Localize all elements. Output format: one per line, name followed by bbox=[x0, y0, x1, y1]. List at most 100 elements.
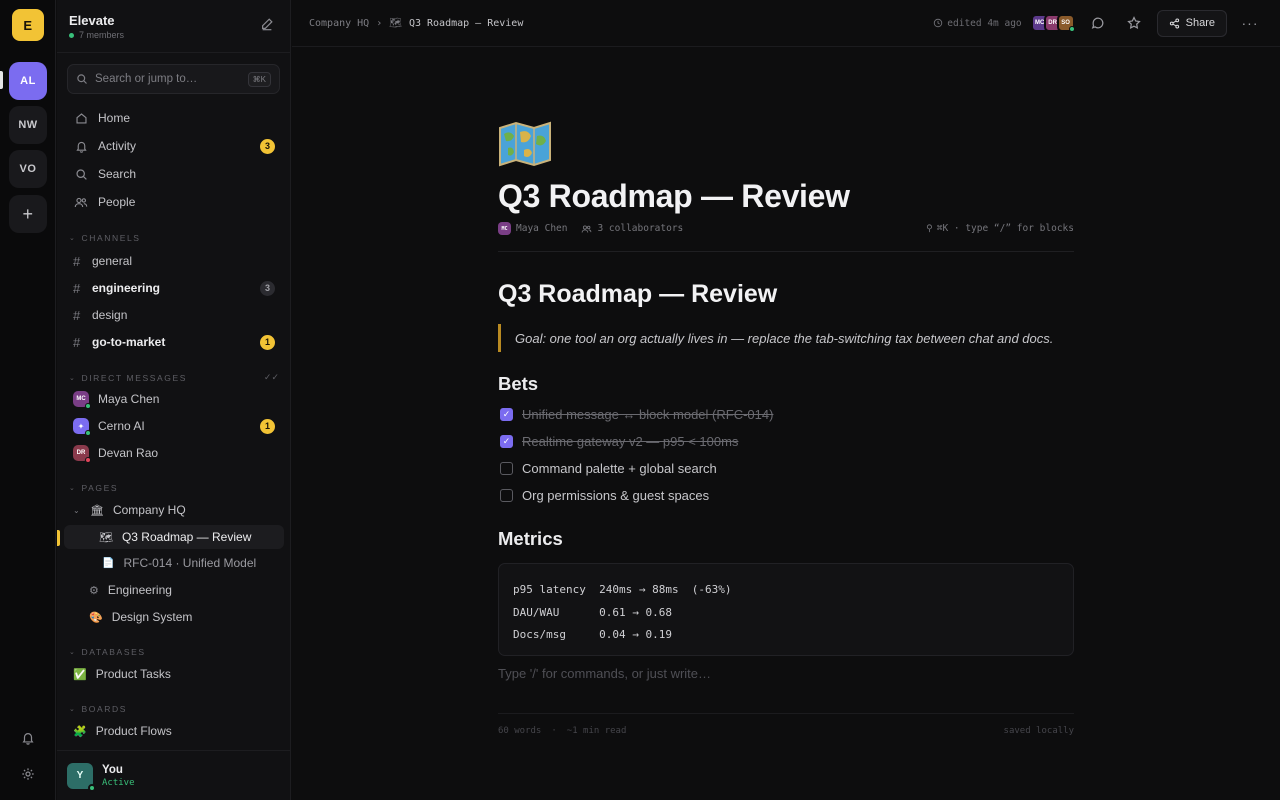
nav-people[interactable]: People bbox=[67, 190, 281, 214]
collaborator-avatars[interactable]: MC DR SO bbox=[1030, 14, 1075, 32]
shortcut-hint: ⚲ ⌘K · type “/” for blocks bbox=[926, 223, 1074, 234]
quote-block[interactable]: Goal: one tool an org actually lives in … bbox=[498, 324, 1074, 352]
map-emoji[interactable] bbox=[498, 120, 552, 168]
pages-section-header[interactable]: ⌄ PAGES bbox=[69, 483, 118, 493]
workspace-nw[interactable]: NW bbox=[9, 106, 47, 144]
mention-badge: 1 bbox=[260, 334, 275, 350]
save-status: saved locally bbox=[1003, 726, 1074, 736]
todo-item[interactable]: Org permissions & guest spaces bbox=[500, 488, 709, 503]
channels-section-header[interactable]: ⌄ CHANNELS bbox=[69, 233, 141, 243]
selected-page-indicator bbox=[57, 530, 60, 546]
member-count: 7 members bbox=[69, 30, 124, 40]
puzzle-icon: ⚲ bbox=[926, 223, 933, 234]
page-q3-roadmap[interactable]: 🗺 Q3 Roadmap — Review bbox=[64, 525, 284, 549]
page-title[interactable]: Q3 Roadmap — Review bbox=[498, 178, 850, 215]
mark-read-icon[interactable]: ✓✓ bbox=[264, 372, 279, 383]
boards-section-header[interactable]: ⌄ BOARDS bbox=[69, 704, 127, 714]
bell-icon bbox=[73, 140, 89, 153]
heading-1[interactable]: Q3 Roadmap — Review bbox=[498, 280, 777, 309]
nav-home[interactable]: Home bbox=[67, 106, 281, 130]
page-design-system[interactable]: 🎨 Design System bbox=[67, 605, 281, 629]
page-name: Company HQ bbox=[112, 503, 186, 517]
section-label: BOARDS bbox=[81, 704, 127, 714]
home-icon bbox=[73, 112, 89, 125]
add-workspace-button[interactable]: + bbox=[9, 195, 47, 233]
workspace-name[interactable]: Elevate bbox=[69, 13, 115, 28]
status-dot bbox=[85, 403, 91, 409]
member-count-label: 7 members bbox=[79, 30, 125, 40]
heading-metrics[interactable]: Metrics bbox=[498, 528, 563, 550]
online-dot bbox=[69, 32, 74, 38]
current-user[interactable]: Y You Active bbox=[57, 750, 290, 800]
avatar: Y bbox=[67, 762, 96, 792]
section-label: PAGES bbox=[81, 483, 119, 493]
channel-engineering[interactable]: # engineering 3 bbox=[67, 276, 281, 300]
todo-item[interactable]: ✓ Realtime gateway v2 — p95 < 100ms bbox=[500, 434, 738, 449]
quote-text: Goal: one tool an org actually lives in … bbox=[515, 330, 1054, 346]
checkbox-unchecked[interactable] bbox=[500, 489, 513, 502]
checkbox-unchecked[interactable] bbox=[500, 462, 513, 475]
channel-name: engineering bbox=[92, 281, 161, 295]
status-dot bbox=[85, 430, 91, 436]
checkbox-checked[interactable]: ✓ bbox=[500, 435, 513, 448]
page-meta: MC Maya Chen 3 collaborators ⚲ ⌘K · type… bbox=[498, 222, 1074, 235]
search-icon bbox=[77, 74, 87, 84]
todo-item[interactable]: Command palette + global search bbox=[500, 461, 717, 476]
gear-icon[interactable] bbox=[18, 764, 38, 784]
edited-status: edited 4m ago bbox=[933, 17, 1022, 29]
channel-general[interactable]: # general bbox=[67, 249, 281, 273]
nav-label: Home bbox=[98, 111, 131, 125]
search-placeholder: Search or jump to… bbox=[95, 73, 198, 85]
heading-bets[interactable]: Bets bbox=[498, 373, 538, 395]
breadcrumb-current[interactable]: Q3 Roadmap — Review bbox=[409, 18, 523, 29]
compose-icon[interactable] bbox=[260, 17, 274, 34]
dm-name: Maya Chen bbox=[98, 392, 160, 406]
checkbox-icon: ✅ bbox=[73, 668, 87, 681]
breadcrumb-root[interactable]: Company HQ bbox=[309, 18, 369, 29]
board-name: Product Flows bbox=[95, 724, 172, 738]
more-icon[interactable]: ··· bbox=[1237, 10, 1263, 36]
channel-go-to-market[interactable]: # go-to-market 1 bbox=[67, 330, 281, 354]
title-divider bbox=[498, 251, 1074, 252]
todo-item[interactable]: ✓ Unified message ↔ block model (RFC-014… bbox=[500, 407, 773, 422]
avatar-initial: Y bbox=[76, 770, 84, 781]
page-collaborators[interactable]: 3 collaborators bbox=[581, 223, 683, 234]
workspace-logo[interactable]: E bbox=[12, 9, 44, 41]
nav-search[interactable]: Search bbox=[67, 162, 281, 186]
star-icon[interactable] bbox=[1121, 10, 1147, 36]
checkbox-checked[interactable]: ✓ bbox=[500, 408, 513, 421]
page-name: Q3 Roadmap — Review bbox=[121, 530, 252, 544]
share-button[interactable]: Share bbox=[1156, 9, 1227, 37]
channel-name: go-to-market bbox=[92, 335, 166, 349]
sidebar-divider bbox=[57, 52, 290, 53]
workspace-vo[interactable]: VO bbox=[9, 150, 47, 188]
board-product-flows[interactable]: 🧩 Product Flows bbox=[67, 719, 281, 743]
todo-label: Org permissions & guest spaces bbox=[522, 488, 710, 503]
page-author[interactable]: MC Maya Chen bbox=[498, 222, 567, 235]
dm-cerno-ai[interactable]: ✦ Cerno AI 1 bbox=[67, 414, 281, 438]
workspace-al[interactable]: AL bbox=[9, 62, 47, 100]
unread-badge: 3 bbox=[260, 280, 275, 296]
avatar: DR bbox=[73, 445, 91, 463]
bell-icon[interactable] bbox=[18, 728, 38, 748]
sidebar-search-input[interactable]: Search or jump to… ⌘K bbox=[67, 64, 280, 94]
code-block[interactable]: p95 latency 240ms → 88ms (-63%) DAU/WAU … bbox=[498, 563, 1074, 656]
code-line: Docs/msg 0.04 → 0.19 bbox=[513, 628, 672, 641]
channel-design[interactable]: # design bbox=[67, 303, 281, 327]
dms-section-header[interactable]: ⌄ DIRECT MESSAGES ✓✓ bbox=[69, 372, 279, 383]
status-dot bbox=[85, 457, 91, 463]
page-company-hq[interactable]: ⌄ 🏛 Company HQ bbox=[67, 498, 281, 522]
nav-activity[interactable]: Activity 3 bbox=[67, 134, 281, 158]
new-block-input[interactable]: Type '/' for commands, or just write… bbox=[498, 666, 711, 681]
avatar: SO bbox=[1056, 14, 1075, 32]
database-product-tasks[interactable]: ✅ Product Tasks bbox=[67, 662, 281, 686]
databases-section-header[interactable]: ⌄ DATABASES bbox=[69, 647, 146, 657]
hash-icon: # bbox=[73, 253, 81, 269]
edited-label: edited 4m ago bbox=[947, 17, 1022, 29]
dm-devan-rao[interactable]: DR Devan Rao bbox=[67, 441, 281, 465]
search-icon bbox=[73, 168, 89, 181]
page-rfc-014[interactable]: 📄 RFC-014 · Unified Model bbox=[67, 551, 281, 575]
page-engineering[interactable]: ⚙ Engineering bbox=[67, 578, 281, 602]
dm-maya-chen[interactable]: MC Maya Chen bbox=[67, 387, 281, 411]
comment-icon[interactable] bbox=[1085, 10, 1111, 36]
